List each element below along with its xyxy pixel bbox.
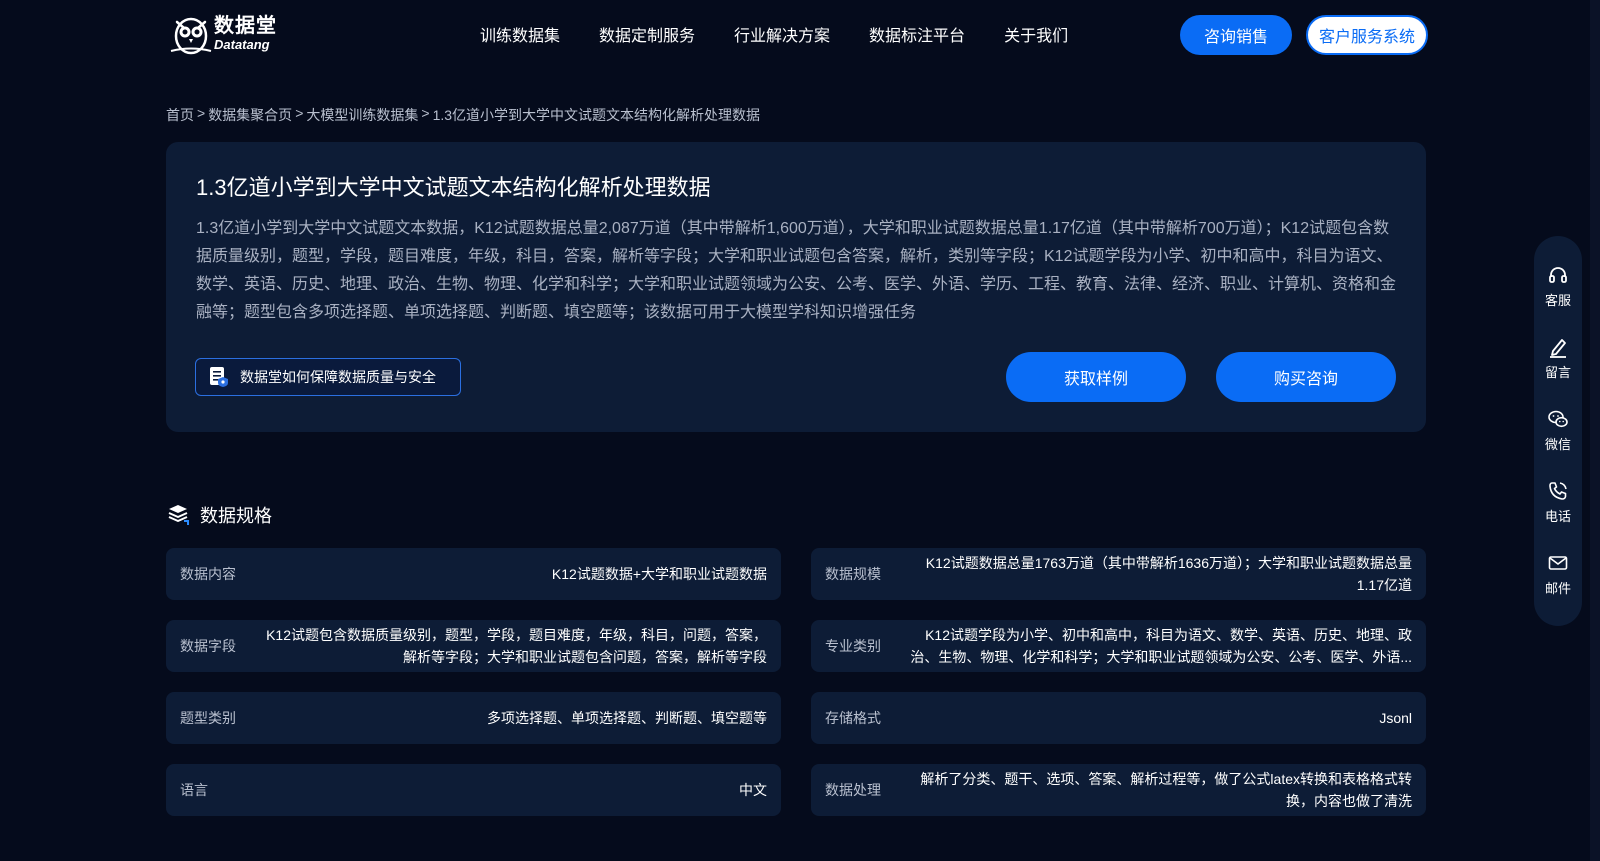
wechat-icon: [1548, 410, 1568, 428]
top-header: 数据堂 Datatang 训练数据集 数据定制服务 行业解决方案 数据标注平台 …: [0, 0, 1590, 70]
contact-float-panel: 客服 留言 微信 电话 邮件: [1534, 236, 1582, 626]
headset-icon: [1549, 267, 1567, 283]
spec-label: 数据处理: [825, 782, 881, 798]
breadcrumb-dataset-hub[interactable]: 数据集聚合页: [208, 105, 292, 125]
consult-sales-button[interactable]: 咨询销售: [1180, 15, 1292, 55]
float-customer-service[interactable]: 客服: [1545, 264, 1571, 336]
spec-card-fields: 数据字段 K12试题包含数据质量级别，题型，学段，题目难度，年级，科目，问题，答…: [166, 620, 781, 672]
customer-service-button[interactable]: 客户服务系统: [1306, 15, 1428, 55]
quality-security-link[interactable]: 数据堂如何保障数据质量与安全: [195, 358, 461, 396]
pen-icon: [1549, 339, 1566, 358]
float-phone[interactable]: 电话: [1545, 480, 1571, 552]
float-email[interactable]: 邮件: [1545, 552, 1571, 624]
breadcrumb: 首页 > 数据集聚合页 > 大模型训练数据集 > 1.3亿道小学到大学中文试题文…: [166, 105, 760, 125]
nav-annotation-platform[interactable]: 数据标注平台: [869, 22, 965, 46]
logo-english-text: Datatang: [214, 36, 270, 52]
float-message[interactable]: 留言: [1545, 336, 1571, 408]
spec-label: 题型类别: [180, 710, 236, 726]
spec-section-title: 数据规格: [200, 506, 272, 526]
spec-card-scale: 数据规模 K12试题数据总量1763万道（其中带解析1636万道）；大学和职业试…: [811, 548, 1426, 600]
float-label: 邮件: [1544, 581, 1571, 596]
nav-custom-data-service[interactable]: 数据定制服务: [599, 22, 695, 46]
spec-value: Jsonl: [1379, 710, 1412, 726]
spec-card-categories: 专业类别 K12试题学段为小学、初中和高中，科目为语文、数学、英语、历史、地理、…: [811, 620, 1426, 672]
spec-label: 数据内容: [180, 566, 236, 582]
page-title: 1.3亿道小学到大学中文试题文本结构化解析处理数据: [196, 175, 711, 200]
float-label: 电话: [1544, 509, 1571, 524]
document-shield-icon: [210, 367, 228, 387]
layers-icon: [168, 505, 189, 525]
breadcrumb-separator: >: [197, 105, 206, 121]
breadcrumb-llm-datasets[interactable]: 大模型训练数据集: [306, 105, 418, 125]
float-label: 留言: [1544, 365, 1571, 380]
float-label: 微信: [1544, 437, 1571, 452]
get-sample-button[interactable]: 获取样例: [1006, 352, 1186, 402]
spec-card-processing: 数据处理 解析了分类、题干、选项、答案、解析过程等，做了公式latex转换和表格…: [811, 764, 1426, 816]
float-wechat[interactable]: 微信: [1545, 408, 1571, 480]
dataset-hero-card: 1.3亿道小学到大学中文试题文本结构化解析处理数据 1.3亿道小学到大学中文试题…: [166, 142, 1426, 432]
breadcrumb-separator: >: [421, 105, 430, 121]
spec-value: 多项选择题、单项选择题、判断题、填空题等: [487, 710, 767, 726]
spec-value: 解析了分类、题干、选项、答案、解析过程等，做了公式latex转换和表格格式转换，…: [920, 771, 1412, 809]
quality-security-label: 数据堂如何保障数据质量与安全: [240, 369, 436, 385]
brand-logo[interactable]: 数据堂 Datatang: [168, 10, 278, 56]
spec-value: K12试题包含数据质量级别，题型，学段，题目难度，年级，科目，问题，答案，解析等…: [266, 627, 767, 665]
spec-label: 数据规模: [825, 566, 881, 582]
spec-label: 语言: [180, 782, 208, 798]
spec-card-storage-format: 存储格式 Jsonl: [811, 692, 1426, 744]
spec-value: K12试题学段为小学、初中和高中，科目为语文、数学、英语、历史、地理、政治、生物…: [910, 627, 1412, 665]
spec-label: 数据字段: [180, 638, 236, 654]
phone-icon: [1549, 482, 1567, 500]
nav-industry-solutions[interactable]: 行业解决方案: [734, 22, 830, 46]
spec-value: 中文: [739, 782, 767, 798]
breadcrumb-current: 1.3亿道小学到大学中文试题文本结构化解析处理数据: [432, 107, 761, 123]
nav-training-datasets[interactable]: 训练数据集: [480, 22, 560, 46]
spec-card-content: 数据内容 K12试题数据+大学和职业试题数据: [166, 548, 781, 600]
page-scrollbar-thumb[interactable]: [1590, 0, 1600, 861]
spec-label: 存储格式: [825, 710, 881, 726]
purchase-consult-button[interactable]: 购买咨询: [1216, 352, 1396, 402]
spec-value: K12试题数据总量1763万道（其中带解析1636万道）；大学和职业试题数据总量…: [925, 555, 1412, 593]
spec-card-language: 语言 中文: [166, 764, 781, 816]
mail-icon: [1548, 556, 1568, 570]
spec-card-question-types: 题型类别 多项选择题、单项选择题、判断题、填空题等: [166, 692, 781, 744]
spec-label: 专业类别: [825, 638, 881, 654]
breadcrumb-separator: >: [295, 105, 304, 121]
main-nav: 训练数据集 数据定制服务 行业解决方案 数据标注平台 关于我们: [480, 22, 1068, 46]
logo-chinese-text: 数据堂: [214, 14, 277, 37]
owl-logo-icon: [170, 17, 212, 55]
dataset-description: 1.3亿道小学到大学中文试题文本数据，K12试题数据总量2,087万道（其中带解…: [196, 220, 1397, 321]
spec-section-header: 数据规格: [166, 502, 272, 528]
spec-value: K12试题数据+大学和职业试题数据: [551, 566, 767, 582]
float-label: 客服: [1544, 293, 1571, 308]
breadcrumb-home[interactable]: 首页: [166, 105, 194, 125]
nav-about-us[interactable]: 关于我们: [1004, 22, 1068, 46]
